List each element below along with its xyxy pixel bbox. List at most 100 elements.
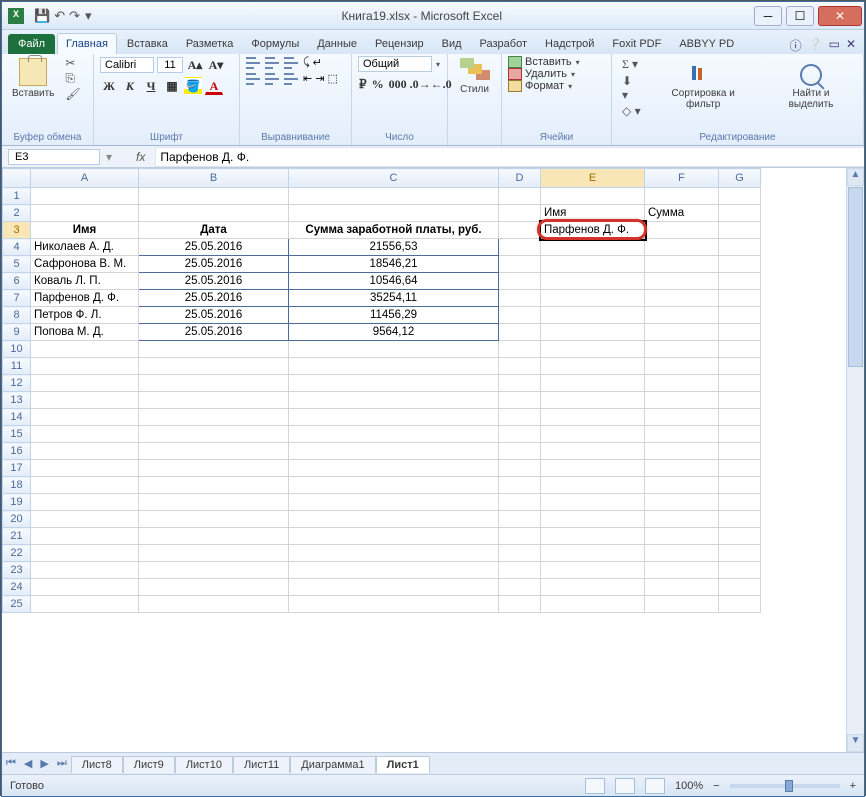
cell-E1[interactable] (541, 188, 645, 205)
cell-F23[interactable] (645, 562, 719, 579)
view-break-button[interactable] (645, 778, 665, 794)
cell-A5[interactable]: Сафронова В. М. (31, 256, 139, 273)
row-header-11[interactable]: 11 (3, 358, 31, 375)
cell-D11[interactable] (499, 358, 541, 375)
col-header-C[interactable]: C (289, 169, 499, 188)
cell-D12[interactable] (499, 375, 541, 392)
tab-nav-prev[interactable]: ◀ (20, 757, 36, 770)
cell-G7[interactable] (719, 290, 761, 307)
cell-C22[interactable] (289, 545, 499, 562)
cell-F4[interactable] (645, 239, 719, 256)
cell-B20[interactable] (139, 511, 289, 528)
row-header-14[interactable]: 14 (3, 409, 31, 426)
cell-B8[interactable]: 25.05.2016 (139, 307, 289, 324)
row-header-5[interactable]: 5 (3, 256, 31, 273)
sheet-tab-Лист1[interactable]: Лист1 (376, 756, 430, 773)
view-normal-button[interactable] (585, 778, 605, 794)
fill-color-button[interactable]: 🪣 (184, 77, 202, 95)
cell-E7[interactable] (541, 290, 645, 307)
cell-G17[interactable] (719, 460, 761, 477)
decrease-indent-icon[interactable]: ⇤ (303, 72, 312, 85)
view-layout-button[interactable] (615, 778, 635, 794)
cell-C19[interactable] (289, 494, 499, 511)
cell-B23[interactable] (139, 562, 289, 579)
cell-C17[interactable] (289, 460, 499, 477)
format-painter-icon[interactable]: 🖌 (65, 87, 80, 101)
cell-E25[interactable] (541, 596, 645, 613)
cell-F8[interactable] (645, 307, 719, 324)
italic-button[interactable]: К (121, 77, 139, 95)
merge-cells-icon[interactable]: ⬚ (327, 72, 337, 85)
cell-A2[interactable] (31, 205, 139, 222)
cell-B9[interactable]: 25.05.2016 (139, 324, 289, 341)
cell-C24[interactable] (289, 579, 499, 596)
cell-G19[interactable] (719, 494, 761, 511)
cell-G11[interactable] (719, 358, 761, 375)
cell-F10[interactable] (645, 341, 719, 358)
bold-button[interactable]: Ж (100, 77, 118, 95)
insert-cells-button[interactable]: Вставить▾ (508, 56, 605, 68)
cell-D13[interactable] (499, 392, 541, 409)
col-header-F[interactable]: F (645, 169, 719, 188)
cell-D21[interactable] (499, 528, 541, 545)
comma-icon[interactable]: 000 (388, 75, 406, 93)
cell-A21[interactable] (31, 528, 139, 545)
col-header-G[interactable]: G (719, 169, 761, 188)
cell-G1[interactable] (719, 188, 761, 205)
formula-input[interactable] (155, 147, 864, 167)
cell-C18[interactable] (289, 477, 499, 494)
row-header-8[interactable]: 8 (3, 307, 31, 324)
tab-nav-last[interactable]: ⏭ (53, 757, 71, 770)
cell-B14[interactable] (139, 409, 289, 426)
cell-D16[interactable] (499, 443, 541, 460)
cell-D8[interactable] (499, 307, 541, 324)
cell-A12[interactable] (31, 375, 139, 392)
cell-G24[interactable] (719, 579, 761, 596)
cell-G12[interactable] (719, 375, 761, 392)
cell-A16[interactable] (31, 443, 139, 460)
select-all-corner[interactable] (3, 169, 31, 188)
cell-C9[interactable]: 9564,12 (289, 324, 499, 341)
cell-F16[interactable] (645, 443, 719, 460)
sort-filter-button[interactable]: Сортировка и фильтр (649, 62, 757, 112)
align-top-icon[interactable] (246, 57, 262, 69)
cell-B22[interactable] (139, 545, 289, 562)
delete-cells-button[interactable]: Удалить▾ (508, 68, 605, 80)
cell-D18[interactable] (499, 477, 541, 494)
cell-G21[interactable] (719, 528, 761, 545)
fill-icon[interactable]: ⬇ ▾ (622, 74, 641, 102)
cell-A9[interactable]: Попова М. Д. (31, 324, 139, 341)
cell-D14[interactable] (499, 409, 541, 426)
worksheet-grid[interactable]: ABCDEFG12ИмяСумма3ИмяДатаСумма заработно… (2, 168, 846, 752)
cell-A24[interactable] (31, 579, 139, 596)
find-select-button[interactable]: Найти и выделить (765, 62, 857, 112)
cell-C2[interactable] (289, 205, 499, 222)
paste-button[interactable]: Вставить (8, 56, 58, 101)
cell-E16[interactable] (541, 443, 645, 460)
cell-D6[interactable] (499, 273, 541, 290)
cell-F13[interactable] (645, 392, 719, 409)
cell-C7[interactable]: 35254,11 (289, 290, 499, 307)
cell-A3[interactable]: Имя (31, 222, 139, 239)
tab-review[interactable]: Рецензир (367, 34, 432, 54)
font-color-button[interactable]: A (205, 77, 223, 95)
cell-F18[interactable] (645, 477, 719, 494)
cut-icon[interactable]: ✂ (65, 56, 80, 70)
cell-A4[interactable]: Николаев А. Д. (31, 239, 139, 256)
row-header-17[interactable]: 17 (3, 460, 31, 477)
cell-D25[interactable] (499, 596, 541, 613)
cell-F1[interactable] (645, 188, 719, 205)
tab-insert[interactable]: Вставка (119, 34, 176, 54)
cell-E18[interactable] (541, 477, 645, 494)
qat-save[interactable]: 💾 (34, 8, 50, 24)
row-header-23[interactable]: 23 (3, 562, 31, 579)
scroll-up-icon[interactable]: ▲ (847, 168, 864, 186)
row-header-19[interactable]: 19 (3, 494, 31, 511)
cell-G10[interactable] (719, 341, 761, 358)
tab-addins[interactable]: Надстрой (537, 34, 602, 54)
minimize-button[interactable]: ─ (754, 6, 782, 26)
cell-B6[interactable]: 25.05.2016 (139, 273, 289, 290)
cell-B1[interactable] (139, 188, 289, 205)
zoom-out-button[interactable]: − (713, 780, 719, 792)
align-right-icon[interactable] (284, 73, 300, 85)
